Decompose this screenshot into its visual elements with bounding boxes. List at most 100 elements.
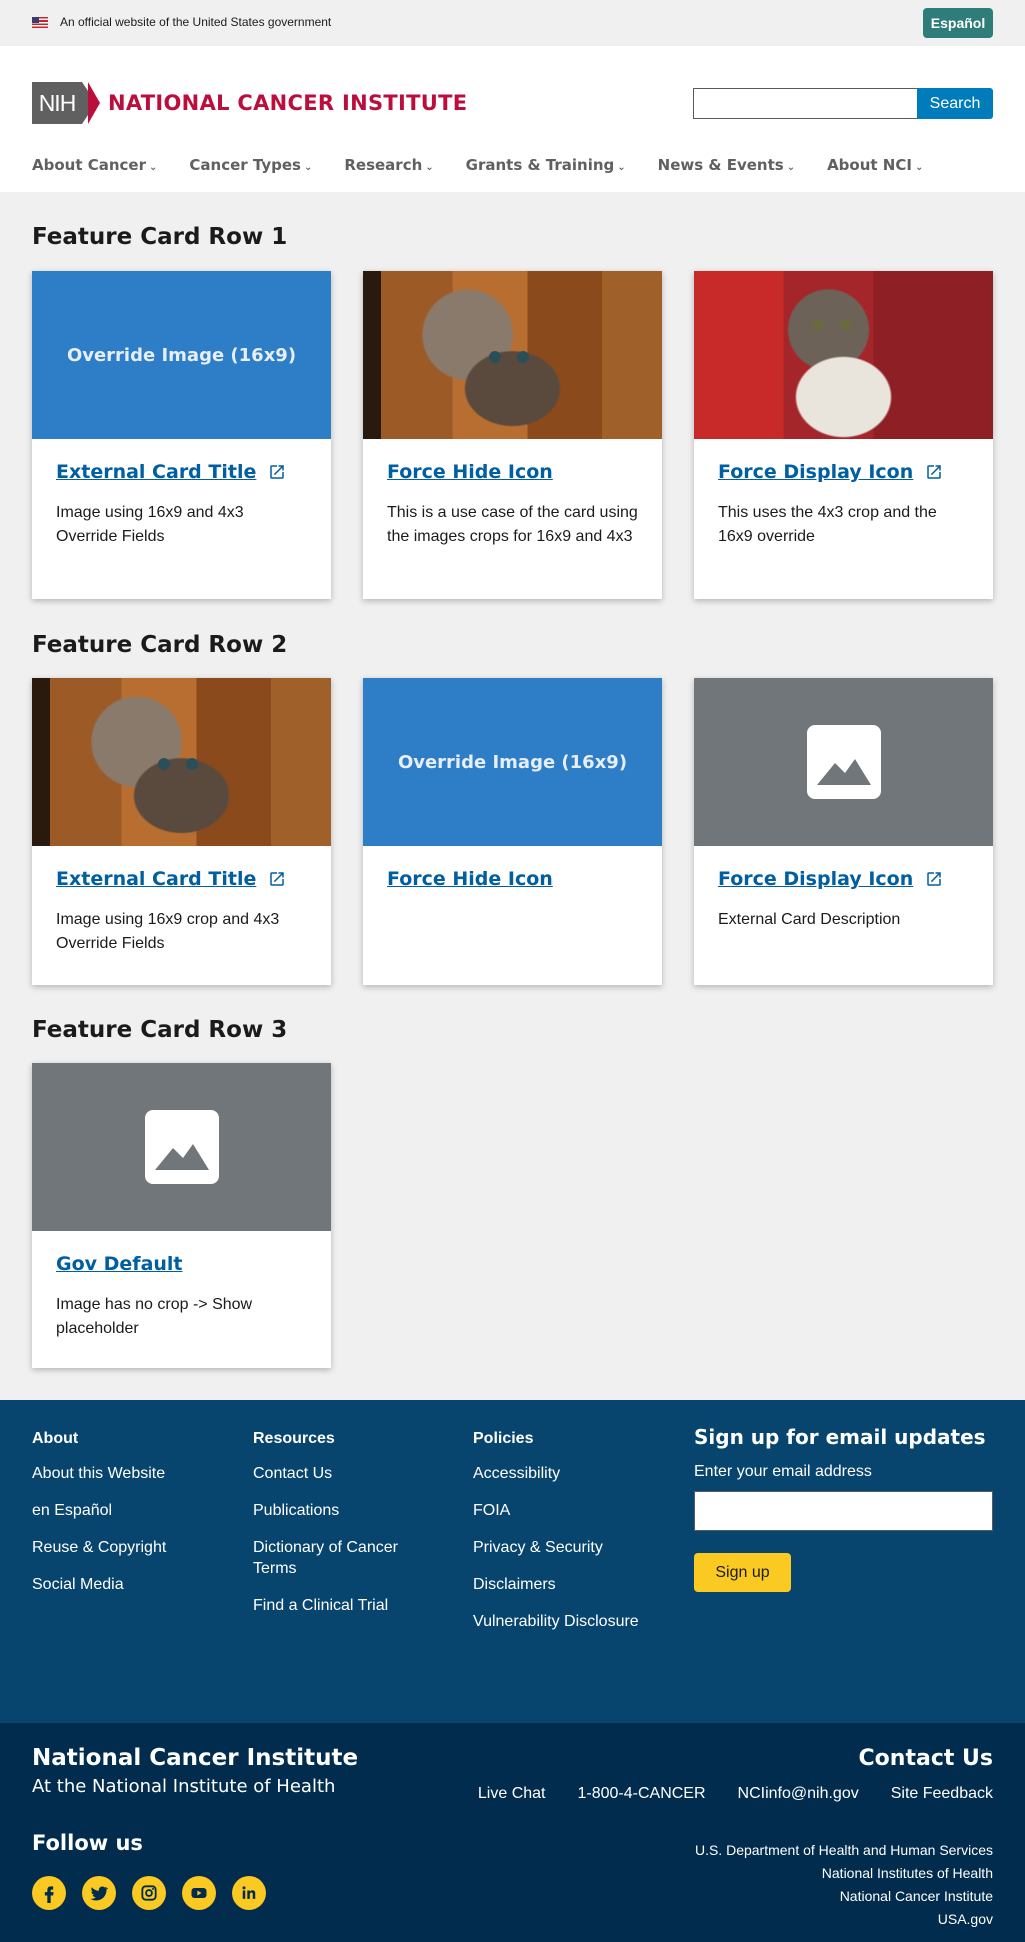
card-title-link[interactable]: External Card Title <box>56 868 286 890</box>
nav-item-label: About Cancer <box>32 156 146 174</box>
card-image-placeholder <box>32 1063 331 1231</box>
email-signup: Sign up for email updates Enter your ema… <box>694 1425 993 1592</box>
chevron-down-icon: ⌄ <box>425 162 434 173</box>
footer-column-resources: Resources Contact Us Publications Dictio… <box>253 1430 443 1632</box>
footer-column-title: Resources <box>253 1430 335 1447</box>
nav-item-about-nci[interactable]: About NCI ⌄ <box>827 156 923 174</box>
contact-link-feedback[interactable]: Site Feedback <box>891 1785 993 1803</box>
social-links <box>32 1876 282 1910</box>
footer-link[interactable]: Publications <box>253 1500 443 1521</box>
external-link-icon <box>927 872 942 886</box>
nav-item-label: News & Events <box>657 156 784 174</box>
card-title: Gov Default <box>56 1253 183 1275</box>
card-description: Image using 16x9 and 4x3 Override Fields <box>56 504 244 545</box>
card-title: Force Hide Icon <box>387 868 553 890</box>
external-link-icon <box>270 872 285 886</box>
language-toggle-button[interactable]: Español <box>923 8 993 38</box>
bottom-footer: National Cancer Institute At the Nationa… <box>0 1723 1025 1942</box>
card-description: This uses the 4x3 crop and the 16x9 over… <box>718 504 937 545</box>
footer-link[interactable]: Contact Us <box>253 1463 443 1484</box>
nav-item-grants-training[interactable]: Grants & Training ⌄ <box>466 156 626 174</box>
footer-link[interactable]: Vulnerability Disclosure <box>473 1611 639 1632</box>
logo-chevron-red-icon <box>88 82 100 124</box>
footer-column-title: About <box>32 1430 79 1447</box>
card-description: Image has no crop -> Show placeholder <box>56 1296 253 1337</box>
card-title-link[interactable]: Force Hide Icon <box>387 461 553 483</box>
card-description: This is a use case of the card using the… <box>387 504 638 545</box>
nav-item-news-events[interactable]: News & Events ⌄ <box>658 156 795 174</box>
footer-link[interactable]: Reuse & Copyright <box>32 1537 166 1558</box>
chevron-down-icon: ⌄ <box>786 162 796 173</box>
card-title-link[interactable]: Force Hide Icon <box>387 868 553 890</box>
feature-card[interactable]: Force Hide Icon This is a use case of th… <box>363 271 662 599</box>
card-title: Force Hide Icon <box>387 461 553 483</box>
nav-item-label: Grants & Training <box>465 156 615 174</box>
logo-name: NATIONAL CANCER INSTITUTE <box>108 91 468 115</box>
nav-item-label: Cancer Types <box>189 156 301 174</box>
footer-link[interactable]: Social Media <box>32 1574 166 1595</box>
agency-link[interactable]: National Cancer Institute <box>695 1885 993 1908</box>
footer-link[interactable]: Find a Clinical Trial <box>253 1595 443 1616</box>
footer-link[interactable]: en Español <box>32 1500 166 1521</box>
search-input[interactable] <box>693 88 918 119</box>
nav-item-cancer-types[interactable]: Cancer Types ⌄ <box>189 156 312 174</box>
footer-link[interactable]: Disclaimers <box>473 1574 639 1595</box>
signup-title: Sign up for email updates <box>694 1425 986 1449</box>
card-title: External Card Title <box>56 461 257 483</box>
nav-item-research[interactable]: Research ⌄ <box>344 156 433 174</box>
footer-org-name[interactable]: National Cancer Institute <box>32 1745 358 1771</box>
youtube-icon[interactable] <box>182 1876 216 1910</box>
contact-link-email[interactable]: NCIinfo@nih.gov <box>738 1785 859 1803</box>
agency-link[interactable]: U.S. Department of Health and Human Serv… <box>695 1839 993 1862</box>
agency-link[interactable]: National Institutes of Health <box>695 1862 993 1885</box>
feature-card[interactable]: Override Image (16x9) Force Hide Icon <box>363 678 662 985</box>
feature-card[interactable]: Override Image (16x9) External Card Titl… <box>32 271 331 599</box>
us-flag-icon <box>32 17 48 28</box>
gov-banner-text: An official website of the United States… <box>60 15 332 29</box>
signup-button[interactable]: Sign up <box>694 1553 791 1592</box>
card-title-link[interactable]: Force Display Icon <box>718 461 943 483</box>
footer-column-title: Policies <box>473 1430 534 1447</box>
nav-item-about-cancer[interactable]: About Cancer ⌄ <box>32 156 157 174</box>
footer-link[interactable]: About this Website <box>32 1463 166 1484</box>
linkedin-icon[interactable] <box>232 1876 266 1910</box>
follow-title: Follow us <box>32 1831 143 1855</box>
search-button[interactable]: Search <box>917 88 993 119</box>
footer-link[interactable]: Dictionary of Cancer Terms <box>253 1537 443 1579</box>
facebook-icon[interactable] <box>32 1876 66 1910</box>
card-title-link[interactable]: Gov Default <box>56 1253 183 1275</box>
image-placeholder-icon <box>806 725 881 799</box>
instagram-icon[interactable] <box>132 1876 166 1910</box>
card-title-link[interactable]: External Card Title <box>56 461 286 483</box>
feature-card[interactable]: Gov Default Image has no crop -> Show pl… <box>32 1063 331 1368</box>
contact-title: Contact Us <box>858 1746 993 1771</box>
card-title: Force Display Icon <box>718 868 914 890</box>
email-field[interactable] <box>694 1491 993 1531</box>
agency-link[interactable]: USA.gov <box>695 1908 993 1931</box>
contact-link-phone[interactable]: 1-800-4-CANCER <box>577 1785 705 1803</box>
footer-org-subtitle: At the National Institute of Health <box>32 1776 336 1797</box>
footer-link[interactable]: Privacy & Security <box>473 1537 639 1558</box>
card-title-link[interactable]: Force Display Icon <box>718 868 943 890</box>
nci-logo[interactable]: NIH NATIONAL CANCER INSTITUTE <box>32 82 467 124</box>
footer-link[interactable]: Accessibility <box>473 1463 639 1484</box>
kitten-image <box>32 678 331 846</box>
contact-link-live-chat[interactable]: Live Chat <box>478 1785 546 1803</box>
chevron-down-icon: ⌄ <box>149 162 158 173</box>
footer-link[interactable]: FOIA <box>473 1500 639 1521</box>
twitter-icon[interactable] <box>82 1876 116 1910</box>
signup-label: Enter your email address <box>694 1463 872 1480</box>
footer-column-policies: Policies Accessibility FOIA Privacy & Se… <box>473 1430 639 1648</box>
card-description: External Card Description <box>718 911 901 928</box>
main-nav: About Cancer ⌄ Cancer Types ⌄ Research ⌄ Gr… <box>32 156 955 174</box>
feature-card[interactable]: External Card Title Image using 16x9 cro… <box>32 678 331 985</box>
feature-card[interactable]: Force Display Icon External Card Descrip… <box>694 678 993 985</box>
feature-card[interactable]: Force Display Icon This uses the 4x3 cro… <box>694 271 993 599</box>
nav-item-label: About NCI <box>827 156 912 174</box>
external-link-icon <box>927 465 942 479</box>
chevron-down-icon: ⌄ <box>303 162 313 173</box>
row-heading: Feature Card Row 1 <box>32 224 288 250</box>
card-image-override: Override Image (16x9) <box>363 678 662 846</box>
kitten-image <box>694 271 993 439</box>
chevron-down-icon: ⌄ <box>617 162 626 173</box>
